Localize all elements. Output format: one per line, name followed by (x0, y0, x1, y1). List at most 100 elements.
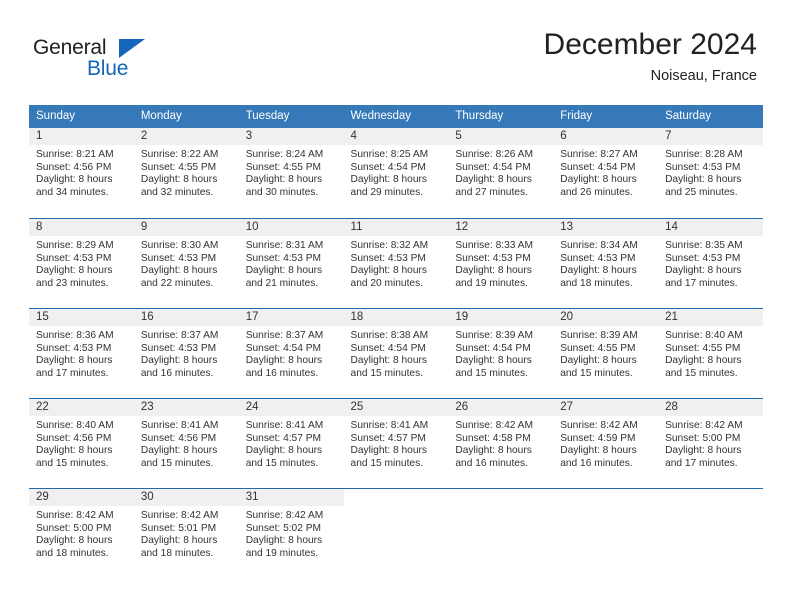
day-details: Sunrise: 8:24 AM Sunset: 4:55 PM Dayligh… (239, 145, 344, 199)
day-cell[interactable]: 7 Sunrise: 8:28 AM Sunset: 4:53 PM Dayli… (658, 128, 763, 211)
day-cell[interactable]: 3 Sunrise: 8:24 AM Sunset: 4:55 PM Dayli… (238, 128, 344, 211)
daylight-text-2: and 18 minutes. (140, 547, 214, 559)
day-details: Sunrise: 8:34 AM Sunset: 4:53 PM Dayligh… (553, 236, 658, 290)
day-cell[interactable]: 18 Sunrise: 8:38 AM Sunset: 4:54 PM Dayl… (343, 309, 449, 391)
day-cell[interactable]: 21 Sunrise: 8:40 AM Sunset: 4:55 PM Dayl… (658, 309, 763, 391)
sunset-text: Sunset: 4:53 PM (665, 252, 741, 264)
daylight-text-2: and 18 minutes. (560, 277, 633, 289)
day-cell[interactable]: 20 Sunrise: 8:39 AM Sunset: 4:55 PM Dayl… (553, 309, 659, 391)
daylight-text-1: Daylight: 8 hours (36, 265, 113, 277)
daylight-text-1: Daylight: 8 hours (140, 265, 218, 277)
day-cell[interactable]: 24 Sunrise: 8:41 AM Sunset: 4:57 PM Dayl… (238, 399, 344, 481)
page-header: General Blue December 2024 Noiseau, Fran… (0, 0, 792, 100)
day-cell[interactable]: 15 Sunrise: 8:36 AM Sunset: 4:53 PM Dayl… (29, 309, 134, 391)
generalblue-logo[interactable]: General Blue (33, 36, 145, 84)
logo-triangle-icon (119, 39, 145, 58)
day-cell[interactable]: 31 Sunrise: 8:42 AM Sunset: 5:02 PM Dayl… (238, 489, 344, 571)
sunset-text: Sunset: 4:54 PM (350, 342, 426, 354)
day-cell[interactable]: 10 Sunrise: 8:31 AM Sunset: 4:53 PM Dayl… (238, 219, 344, 301)
day-cell[interactable]: 13 Sunrise: 8:34 AM Sunset: 4:53 PM Dayl… (553, 219, 659, 301)
daylight-text-1: Daylight: 8 hours (455, 265, 532, 277)
day-cell[interactable]: 16 Sunrise: 8:37 AM Sunset: 4:53 PM Dayl… (133, 309, 239, 391)
daylight-text-2: and 17 minutes. (665, 457, 738, 469)
sunrise-text: Sunrise: 8:42 AM (665, 420, 743, 431)
day-cell[interactable]: 22 Sunrise: 8:40 AM Sunset: 4:56 PM Dayl… (29, 399, 134, 481)
day-details: Sunrise: 8:42 AM Sunset: 5:00 PM Dayligh… (29, 506, 134, 560)
day-number: 25 (343, 399, 449, 416)
daylight-text-1: Daylight: 8 hours (36, 445, 113, 457)
day-number: 1 (29, 128, 134, 145)
day-cell[interactable]: 30 Sunrise: 8:42 AM Sunset: 5:01 PM Dayl… (133, 489, 239, 571)
sunrise-text: Sunrise: 8:25 AM (350, 149, 429, 160)
weekday-header-saturday: Saturday (665, 110, 712, 122)
day-cell[interactable]: 23 Sunrise: 8:41 AM Sunset: 4:56 PM Dayl… (133, 399, 239, 481)
daylight-text-2: and 32 minutes. (140, 186, 214, 198)
sunrise-text: Sunrise: 8:36 AM (36, 330, 114, 341)
daylight-text-2: and 22 minutes. (140, 277, 214, 289)
sunset-text: Sunset: 4:56 PM (36, 161, 112, 173)
day-cell[interactable]: 28 Sunrise: 8:42 AM Sunset: 5:00 PM Dayl… (658, 399, 763, 481)
daylight-text-1: Daylight: 8 hours (36, 174, 113, 186)
day-number: 24 (238, 399, 344, 416)
week-row: 8 Sunrise: 8:29 AM Sunset: 4:53 PM Dayli… (29, 218, 763, 301)
day-cell[interactable]: 27 Sunrise: 8:42 AM Sunset: 4:59 PM Dayl… (553, 399, 659, 481)
sunrise-text: Sunrise: 8:42 AM (140, 510, 219, 521)
day-cell[interactable]: 19 Sunrise: 8:39 AM Sunset: 4:54 PM Dayl… (448, 309, 554, 391)
day-details: Sunrise: 8:41 AM Sunset: 4:57 PM Dayligh… (344, 416, 449, 470)
day-details: Sunrise: 8:31 AM Sunset: 4:53 PM Dayligh… (239, 236, 344, 290)
day-number: 22 (29, 399, 134, 416)
week-row: 22 Sunrise: 8:40 AM Sunset: 4:56 PM Dayl… (29, 398, 763, 481)
day-details: Sunrise: 8:41 AM Sunset: 4:57 PM Dayligh… (239, 416, 344, 470)
daylight-text-1: Daylight: 8 hours (665, 265, 742, 277)
sunset-text: Sunset: 5:02 PM (245, 522, 322, 534)
daylight-text-1: Daylight: 8 hours (140, 535, 218, 547)
daylight-text-2: and 26 minutes. (560, 186, 633, 198)
daylight-text-2: and 15 minutes. (560, 367, 633, 379)
day-cell[interactable]: 14 Sunrise: 8:35 AM Sunset: 4:53 PM Dayl… (658, 219, 763, 301)
sunset-text: Sunset: 4:59 PM (560, 432, 636, 444)
sunset-text: Sunset: 4:54 PM (560, 161, 636, 173)
sunset-text: Sunset: 4:54 PM (350, 161, 426, 173)
day-cell[interactable]: 5 Sunrise: 8:26 AM Sunset: 4:54 PM Dayli… (448, 128, 554, 211)
day-cell-empty (448, 489, 553, 571)
day-details: Sunrise: 8:41 AM Sunset: 4:56 PM Dayligh… (134, 416, 239, 470)
day-number: 15 (29, 309, 134, 326)
daylight-text-1: Daylight: 8 hours (560, 174, 637, 186)
day-cell[interactable]: 12 Sunrise: 8:33 AM Sunset: 4:53 PM Dayl… (448, 219, 554, 301)
day-number (553, 489, 658, 506)
day-cell[interactable]: 8 Sunrise: 8:29 AM Sunset: 4:53 PM Dayli… (29, 219, 134, 301)
daylight-text-2: and 34 minutes. (36, 186, 109, 198)
sunrise-text: Sunrise: 8:33 AM (455, 240, 533, 251)
day-cell[interactable]: 25 Sunrise: 8:41 AM Sunset: 4:57 PM Dayl… (343, 399, 449, 481)
week-row: 29 Sunrise: 8:42 AM Sunset: 5:00 PM Dayl… (29, 488, 763, 571)
day-number: 2 (133, 128, 239, 145)
sunset-text: Sunset: 5:01 PM (140, 522, 217, 534)
sunrise-text: Sunrise: 8:39 AM (560, 330, 638, 341)
sunrise-text: Sunrise: 8:32 AM (350, 240, 429, 251)
sunset-text: Sunset: 4:53 PM (245, 252, 322, 264)
daylight-text-1: Daylight: 8 hours (140, 174, 218, 186)
sunrise-text: Sunrise: 8:22 AM (140, 149, 219, 160)
sunrise-text: Sunrise: 8:34 AM (560, 240, 638, 251)
daylight-text-2: and 21 minutes. (245, 277, 319, 289)
sunrise-text: Sunrise: 8:41 AM (140, 420, 219, 431)
day-cell[interactable]: 26 Sunrise: 8:42 AM Sunset: 4:58 PM Dayl… (448, 399, 554, 481)
day-number: 19 (448, 309, 554, 326)
day-cell[interactable]: 1 Sunrise: 8:21 AM Sunset: 4:56 PM Dayli… (29, 128, 134, 211)
day-cell[interactable]: 4 Sunrise: 8:25 AM Sunset: 4:54 PM Dayli… (343, 128, 449, 211)
day-number: 27 (553, 399, 659, 416)
day-cell[interactable]: 17 Sunrise: 8:37 AM Sunset: 4:54 PM Dayl… (238, 309, 344, 391)
day-cell[interactable]: 2 Sunrise: 8:22 AM Sunset: 4:55 PM Dayli… (133, 128, 239, 211)
day-cell[interactable]: 11 Sunrise: 8:32 AM Sunset: 4:53 PM Dayl… (343, 219, 449, 301)
daylight-text-1: Daylight: 8 hours (560, 355, 637, 367)
daylight-text-2: and 16 minutes. (140, 367, 214, 379)
daylight-text-1: Daylight: 8 hours (245, 445, 323, 457)
day-cell[interactable]: 9 Sunrise: 8:30 AM Sunset: 4:53 PM Dayli… (133, 219, 239, 301)
sunset-text: Sunset: 5:00 PM (36, 522, 112, 534)
title-block: December 2024 Noiseau, France (544, 28, 757, 86)
day-cell[interactable]: 29 Sunrise: 8:42 AM Sunset: 5:00 PM Dayl… (29, 489, 134, 571)
weekday-header-thursday: Thursday (455, 110, 504, 122)
day-cell[interactable]: 6 Sunrise: 8:27 AM Sunset: 4:54 PM Dayli… (553, 128, 659, 211)
weekday-header-monday: Monday (140, 110, 182, 122)
daylight-text-2: and 15 minutes. (665, 367, 738, 379)
